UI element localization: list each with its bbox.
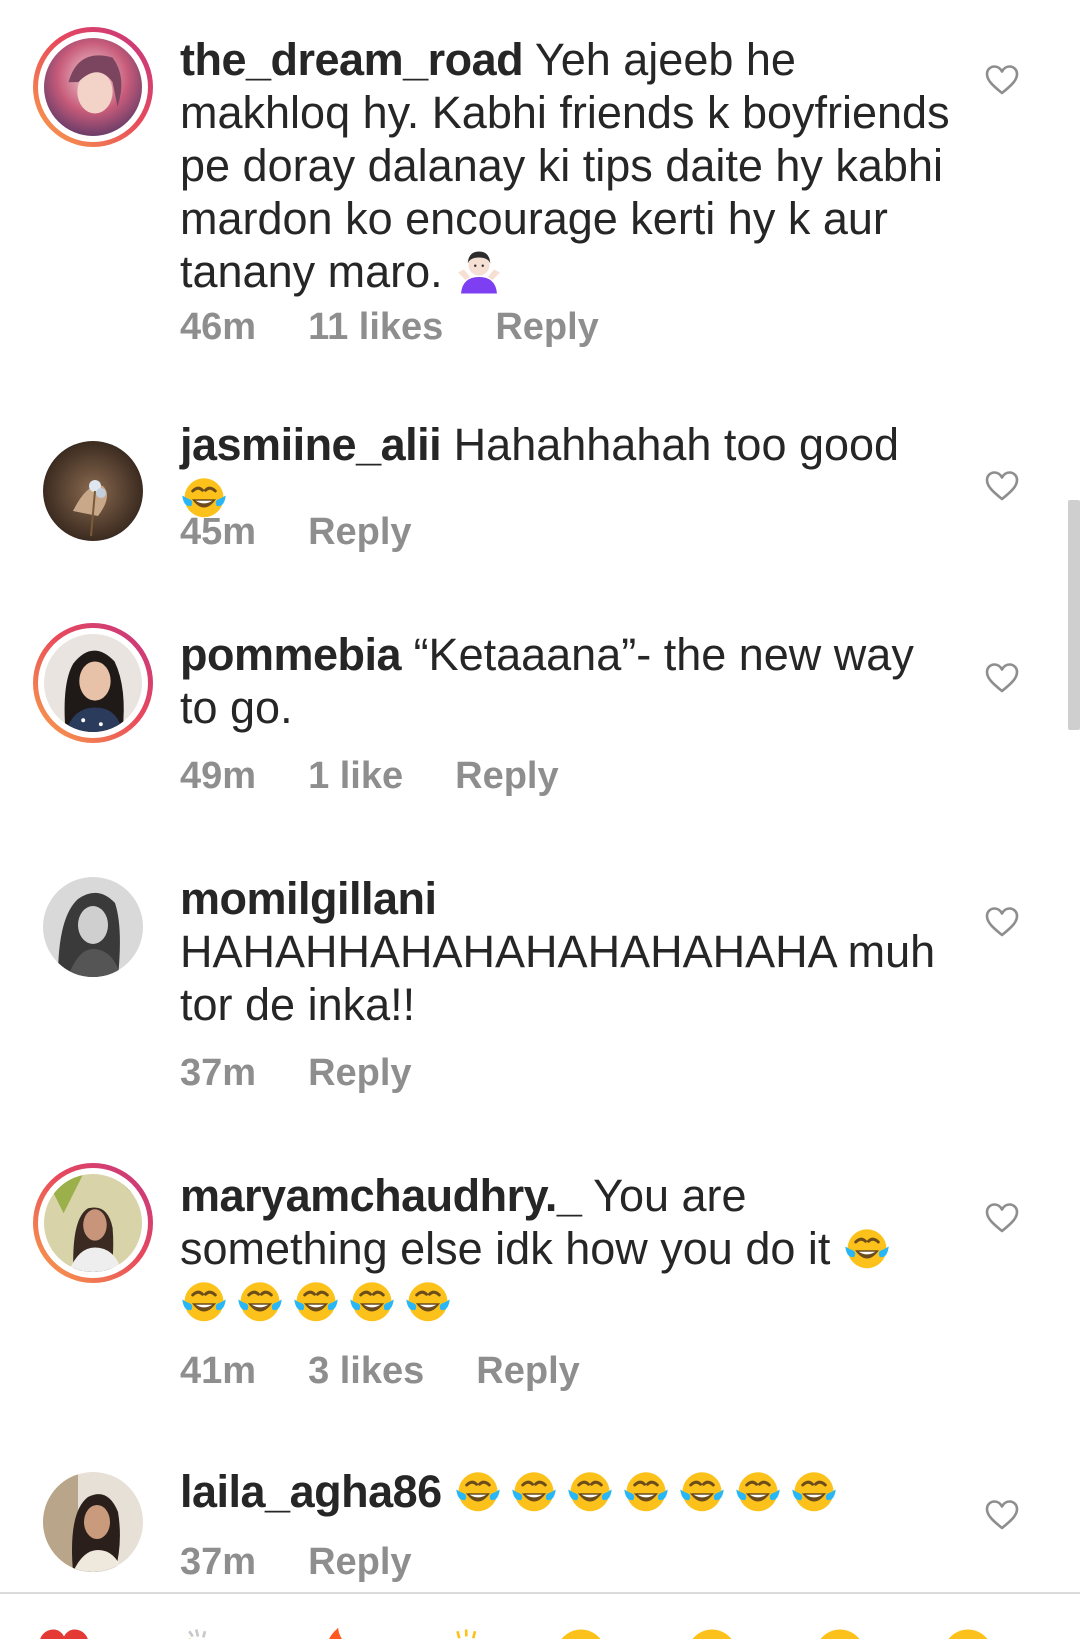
heart-outline-icon[interactable]	[985, 470, 1019, 502]
open-mouth-emoji[interactable]	[812, 1626, 868, 1639]
comment-meta: 37m Reply	[180, 1540, 464, 1584]
tears-of-joy-emoji	[510, 1467, 558, 1515]
reply-button[interactable]: Reply	[476, 1349, 579, 1393]
tears-of-joy-emoji	[292, 1277, 340, 1325]
comment-body: laila_agha86	[180, 1465, 950, 1518]
tears-of-joy-emoji	[566, 1467, 614, 1515]
avatar-photo	[44, 1174, 142, 1272]
quick-reaction-bar	[0, 1592, 1080, 1639]
comment-time: 37m	[180, 1540, 256, 1584]
comment-meta: 41m 3 likes Reply	[180, 1349, 632, 1393]
reply-button[interactable]: Reply	[308, 1051, 411, 1095]
avatar[interactable]	[33, 27, 153, 147]
comment-meta: 49m 1 like Reply	[180, 754, 611, 798]
comment-username[interactable]: momilgillani	[180, 873, 437, 924]
avatar[interactable]	[33, 1163, 153, 1283]
scrollbar[interactable]	[1068, 500, 1080, 730]
heart-outline-icon[interactable]	[985, 662, 1019, 694]
heart-outline-icon[interactable]	[985, 906, 1019, 938]
comment-likes[interactable]: 1 like	[308, 754, 403, 798]
heart-outline-icon[interactable]	[985, 1202, 1019, 1234]
tears-of-joy-emoji	[790, 1467, 838, 1515]
tears-of-joy-emoji[interactable]	[940, 1626, 996, 1639]
comment-text: HAHAHHAHAHAHAHAHAHAHA muh tor de inka!!	[180, 926, 935, 1030]
clapping-hands-emoji[interactable]	[170, 1626, 226, 1639]
comment-body: momilgillani HAHAHHAHAHAHAHAHAHAHA muh t…	[180, 872, 950, 1031]
avatar[interactable]	[43, 441, 143, 541]
heart-outline-icon[interactable]	[985, 1499, 1019, 1531]
tears-of-joy-emoji	[454, 1467, 502, 1515]
fire-emoji[interactable]	[305, 1626, 361, 1639]
comment-time: 49m	[180, 754, 256, 798]
comment-time: 37m	[180, 1051, 256, 1095]
reply-button[interactable]: Reply	[455, 754, 558, 798]
raising-hands-emoji[interactable]	[440, 1626, 496, 1639]
heart-eyes-emoji[interactable]	[684, 1626, 740, 1639]
red-heart-emoji[interactable]	[36, 1626, 92, 1639]
tears-of-joy-emoji	[180, 1277, 228, 1325]
avatar-photo	[43, 1472, 143, 1572]
comment-username[interactable]: laila_agha86	[180, 1466, 442, 1517]
person-shrugging-emoji	[455, 247, 503, 295]
comment-body: pommebia “Ketaaana”- the new way to go.	[180, 628, 950, 734]
reply-button[interactable]: Reply	[308, 510, 411, 554]
tears-of-joy-emoji	[678, 1467, 726, 1515]
comment-body: jasmiine_alii Hahahhahah too good	[180, 418, 950, 524]
avatar[interactable]	[33, 623, 153, 743]
comment-body: maryamchaudhry._ You are something else …	[180, 1169, 950, 1328]
comment-username[interactable]: maryamchaudhry._	[180, 1170, 581, 1221]
comment-username[interactable]: the_dream_road	[180, 34, 523, 85]
avatar-photo	[44, 38, 142, 136]
avatar-photo	[44, 634, 142, 732]
comment-time: 41m	[180, 1349, 256, 1393]
heart-outline-icon[interactable]	[985, 64, 1019, 96]
avatar-photo	[43, 877, 143, 977]
comment-likes[interactable]: 11 likes	[308, 305, 443, 349]
tears-of-joy-emoji	[404, 1277, 452, 1325]
crying-face-emoji[interactable]	[553, 1626, 609, 1639]
comment-body: the_dream_road Yeh ajeeb he makhloq hy. …	[180, 33, 950, 298]
tears-of-joy-emoji	[734, 1467, 782, 1515]
comment-likes[interactable]: 3 likes	[308, 1349, 424, 1393]
avatar[interactable]	[43, 877, 143, 977]
tears-of-joy-emoji	[843, 1224, 891, 1272]
comment-meta: 37m Reply	[180, 1051, 464, 1095]
avatar-photo	[43, 441, 143, 541]
comment-time: 45m	[180, 510, 256, 554]
comment-time: 46m	[180, 305, 256, 349]
comment-meta: 46m 11 likes Reply	[180, 305, 651, 349]
tears-of-joy-emoji	[348, 1277, 396, 1325]
tears-of-joy-emoji	[622, 1467, 670, 1515]
comment-text: Hahahhahah too good	[454, 419, 899, 470]
comment-username[interactable]: jasmiine_alii	[180, 419, 441, 470]
comment-meta: 45m Reply	[180, 510, 464, 554]
comment-username[interactable]: pommebia	[180, 629, 401, 680]
tears-of-joy-emoji	[236, 1277, 284, 1325]
avatar[interactable]	[43, 1472, 143, 1572]
reply-button[interactable]: Reply	[495, 305, 598, 349]
reply-button[interactable]: Reply	[308, 1540, 411, 1584]
